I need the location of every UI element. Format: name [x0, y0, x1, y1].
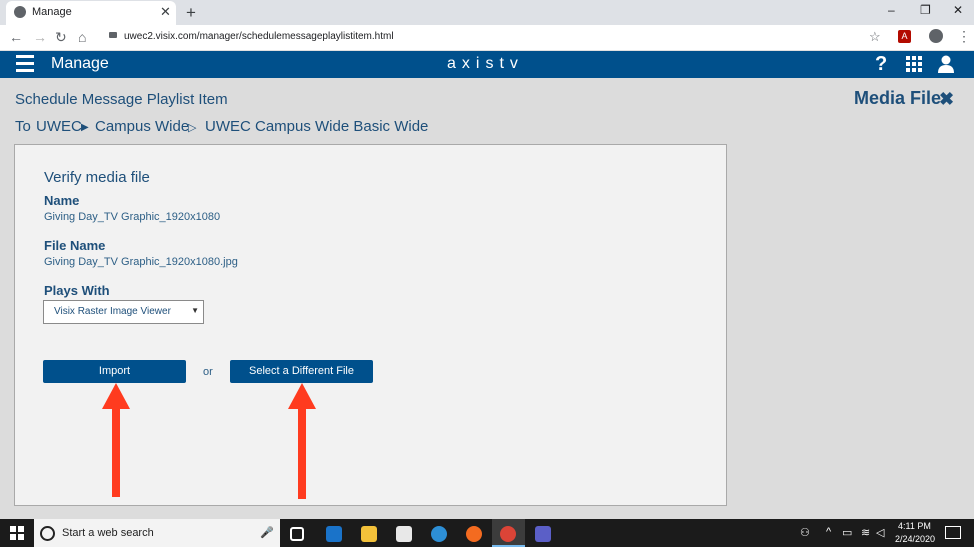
breadcrumb-item-campus-wide[interactable]: Campus Wide	[95, 118, 189, 135]
annotation-arrow-import	[102, 383, 130, 497]
panel-heading: Verify media file	[44, 169, 150, 186]
user-icon[interactable]	[938, 55, 954, 73]
name-value: Giving Day_TV Graphic_1920x1080	[44, 211, 221, 223]
browser-menu-icon[interactable]: ⋮	[957, 28, 971, 45]
hamburger-menu-icon[interactable]	[16, 55, 34, 73]
name-label: Name	[44, 193, 80, 208]
plays-with-select[interactable]: Visix Raster Image Viewer ▼	[43, 300, 204, 324]
show-hidden-icons-icon[interactable]: ^	[826, 526, 831, 538]
minimize-icon[interactable]: –	[888, 3, 895, 17]
battery-icon[interactable]: ▭	[842, 526, 852, 539]
firefox-icon[interactable]	[466, 526, 482, 542]
close-tab-icon[interactable]: ✕	[160, 4, 171, 20]
taskbar-search-placeholder: Start a web search	[62, 527, 154, 539]
globe-icon	[14, 6, 26, 18]
taskbar-time[interactable]: 4:11 PM	[898, 521, 931, 531]
breadcrumb-separator-icon: ▶	[81, 122, 89, 133]
breadcrumb-separator-icon: ▷	[188, 122, 197, 134]
taskbar-date[interactable]: 2/24/2020	[895, 534, 935, 544]
action-center-icon[interactable]	[945, 526, 961, 539]
profile-icon[interactable]	[929, 29, 943, 43]
home-icon[interactable]: ⌂	[78, 29, 86, 45]
apps-grid-icon[interactable]	[906, 56, 922, 72]
volume-icon[interactable]: ◁	[876, 526, 884, 539]
restore-icon[interactable]: ❐	[920, 3, 931, 17]
internet-explorer-icon[interactable]	[431, 526, 447, 542]
chrome-icon[interactable]	[500, 526, 516, 542]
dropdown-arrow-icon: ▼	[191, 306, 199, 315]
teams-icon[interactable]	[535, 526, 551, 542]
breadcrumb-prefix: To	[15, 118, 31, 135]
import-button[interactable]: Import	[43, 360, 186, 383]
taskbar-search[interactable]: Start a web search 🎤	[34, 519, 280, 547]
app-title: Manage	[51, 55, 109, 72]
axistv-logo: axistv	[447, 55, 524, 72]
file-name-label: File Name	[44, 238, 106, 253]
or-text: or	[203, 366, 213, 378]
breadcrumb-item-uwec[interactable]: UWEC	[36, 118, 82, 135]
close-icon[interactable]: ✖	[939, 89, 954, 110]
wifi-icon[interactable]: ≋	[861, 526, 870, 539]
breadcrumb-item-campus-wide-basic[interactable]: UWEC Campus Wide Basic Wide	[205, 118, 428, 135]
windows-start-icon[interactable]	[10, 526, 24, 540]
plays-with-label: Plays With	[44, 283, 110, 298]
help-icon[interactable]: ?	[875, 53, 887, 76]
file-name-value: Giving Day_TV Graphic_1920x1080.jpg	[44, 256, 238, 268]
cortana-icon	[40, 526, 55, 541]
edge-icon[interactable]	[326, 526, 342, 542]
browser-toolbar: ← → ↻ ⌂ uwec2.visix.com/manager/schedule…	[0, 25, 974, 51]
pdf-extension-icon[interactable]: A	[898, 30, 911, 43]
back-icon[interactable]: ←	[9, 29, 23, 45]
select-different-file-button[interactable]: Select a Different File	[230, 360, 373, 383]
task-view-icon[interactable]	[290, 527, 304, 541]
microphone-icon[interactable]: 🎤	[260, 526, 274, 539]
people-icon[interactable]: ⚇	[800, 526, 810, 539]
annotation-arrow-select-file	[288, 383, 316, 499]
file-explorer-icon[interactable]	[361, 526, 377, 542]
address-bar[interactable]: uwec2.visix.com/manager/schedulemessagep…	[124, 31, 394, 42]
forward-icon[interactable]: →	[33, 29, 47, 45]
media-file-label: Media File	[854, 88, 942, 108]
close-window-icon[interactable]: ✕	[953, 3, 963, 17]
page-title: Schedule Message Playlist Item	[15, 91, 228, 108]
browser-tab[interactable]: Manage ✕	[6, 1, 176, 25]
plays-with-selected: Visix Raster Image Viewer	[54, 306, 171, 317]
new-tab-button[interactable]: +	[186, 3, 196, 23]
bookmark-star-icon[interactable]: ☆	[869, 29, 881, 45]
lock-icon	[109, 32, 117, 38]
tab-title: Manage	[32, 6, 72, 18]
store-icon[interactable]	[396, 526, 412, 542]
reload-icon[interactable]: ↻	[55, 29, 67, 46]
